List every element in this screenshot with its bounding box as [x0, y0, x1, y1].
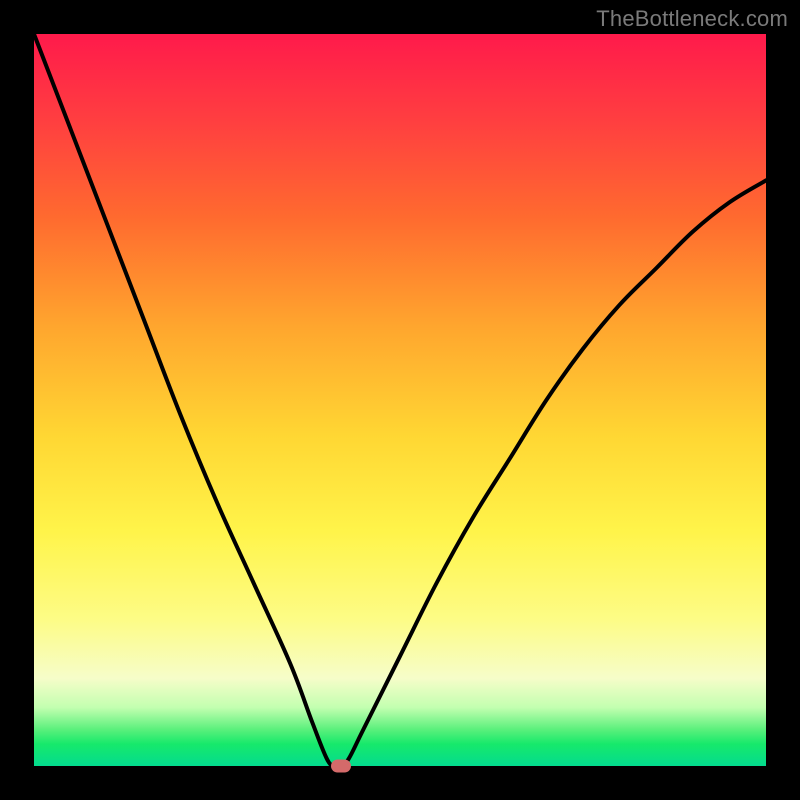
plot-area [34, 34, 766, 766]
bottleneck-curve [34, 34, 766, 766]
chart-frame: TheBottleneck.com [0, 0, 800, 800]
watermark-text: TheBottleneck.com [596, 6, 788, 32]
optimal-point-marker [331, 760, 351, 773]
